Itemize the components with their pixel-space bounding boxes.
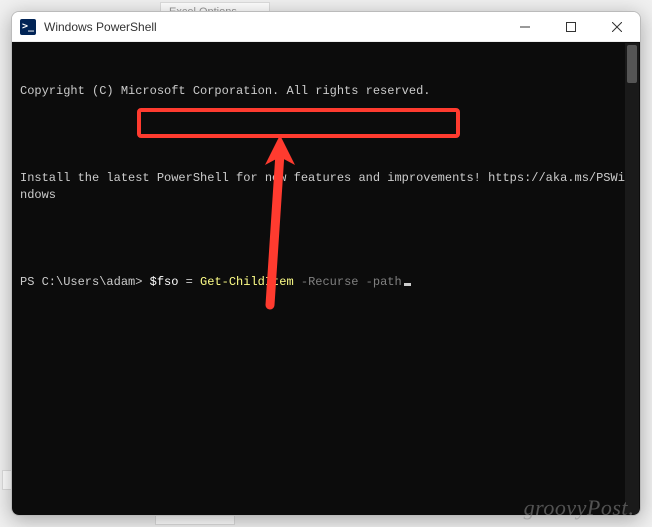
- ps-equals: =: [178, 275, 200, 289]
- minimize-icon: [520, 22, 530, 32]
- window-controls: [502, 12, 640, 41]
- terminal-line-copyright: Copyright (C) Microsoft Corporation. All…: [20, 83, 632, 100]
- powershell-icon: >_: [20, 19, 36, 35]
- maximize-icon: [566, 22, 576, 32]
- terminal-cursor: [404, 283, 411, 286]
- maximize-button[interactable]: [548, 12, 594, 41]
- ps-prompt: PS C:\Users\adam>: [20, 275, 150, 289]
- titlebar[interactable]: >_ Windows PowerShell: [12, 12, 640, 42]
- watermark-sub: Post: [587, 495, 628, 520]
- close-icon: [612, 22, 622, 32]
- terminal-line-install: Install the latest PowerShell for new fe…: [20, 170, 632, 205]
- terminal-command-line: PS C:\Users\adam> $fso = Get-ChildItem -…: [20, 274, 632, 291]
- ps-variable: $fso: [150, 275, 179, 289]
- scrollbar-track[interactable]: [625, 43, 639, 514]
- watermark-main: groovy: [524, 495, 587, 520]
- ps-param-recurse: -Recurse: [294, 275, 359, 289]
- close-button[interactable]: [594, 12, 640, 41]
- watermark-dot: .: [628, 495, 634, 520]
- minimize-button[interactable]: [502, 12, 548, 41]
- scrollbar-thumb[interactable]: [627, 45, 637, 83]
- powershell-window: >_ Windows PowerShell Copyright (C) Micr…: [11, 11, 641, 516]
- ps-param-path: -path: [358, 275, 401, 289]
- ps-cmdlet: Get-ChildItem: [200, 275, 294, 289]
- window-title: Windows PowerShell: [44, 20, 502, 34]
- watermark: groovyPost.: [524, 495, 634, 521]
- terminal-area[interactable]: Copyright (C) Microsoft Corporation. All…: [12, 42, 640, 515]
